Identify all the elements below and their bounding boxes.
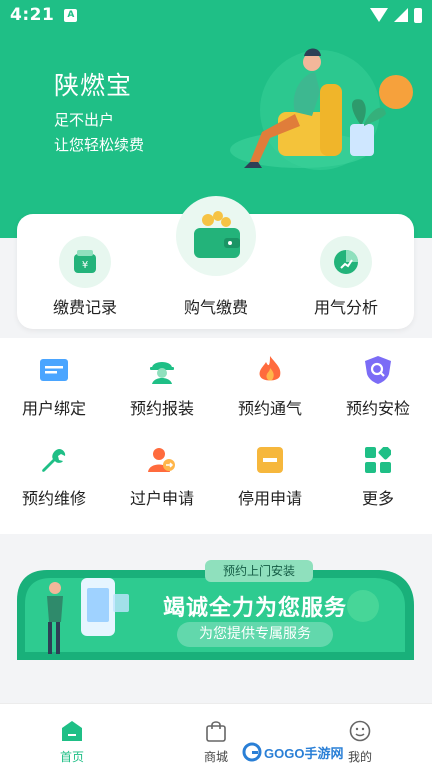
promo-banner[interactable]: 预约上门安装 竭诚全力为您服务 为您提供专属服务	[17, 560, 414, 660]
id-card-icon	[40, 356, 68, 384]
service-transfer-request[interactable]: 过户申请	[108, 428, 216, 518]
service-stop-request[interactable]: 停用申请	[216, 428, 324, 518]
app-notification-icon: A	[64, 8, 78, 22]
more-grid-icon	[364, 446, 392, 474]
watermark-text: GOGO手游网	[264, 745, 344, 761]
signal-icon	[394, 8, 408, 22]
wallet-icon	[176, 196, 256, 276]
profile-icon	[349, 720, 371, 742]
nav-home[interactable]: 首页	[0, 704, 144, 769]
nav-label: 首页	[59, 750, 84, 764]
notification-letter: A	[67, 10, 75, 20]
svg-text:¥: ¥	[82, 260, 88, 271]
banner-tag: 预约上门安装	[205, 560, 313, 582]
service-label: 更多	[361, 489, 394, 508]
service-label: 预约报装	[129, 399, 194, 418]
quick-buy-gas[interactable]: 购气缴费	[150, 196, 282, 329]
home-icon	[62, 721, 82, 741]
service-label: 用户绑定	[21, 399, 86, 418]
service-label: 停用申请	[237, 489, 302, 508]
quick-label: 用气分析	[313, 298, 378, 317]
service-safety-inspection[interactable]: 预约安检	[324, 338, 432, 428]
service-install-appointment[interactable]: 预约报装	[108, 338, 216, 428]
service-label: 预约维修	[21, 489, 86, 508]
quick-payment-record[interactable]: ¥ 缴费记录	[19, 214, 151, 329]
service-more[interactable]: 更多	[324, 428, 432, 518]
transfer-users-icon	[148, 446, 176, 474]
stop-icon	[256, 446, 284, 474]
hero-illustration	[230, 48, 413, 170]
banner-cta[interactable]: 为您提供专属服务	[177, 622, 333, 647]
battery-icon	[414, 7, 422, 23]
service-gas-connect[interactable]: 预约通气	[216, 338, 324, 428]
shopping-bag-icon	[206, 721, 226, 742]
brand-title: 陕燃宝	[54, 71, 133, 100]
watermark-logo-icon	[242, 742, 262, 762]
worker-icon	[148, 356, 176, 384]
quick-label: 购气缴费	[183, 298, 248, 317]
wifi-icon	[370, 8, 388, 22]
service-label: 过户申请	[129, 489, 194, 508]
quick-actions-card: ¥ 缴费记录 购气缴费 用气分析	[17, 196, 414, 329]
pie-chart-icon	[320, 236, 372, 288]
service-label: 预约通气	[237, 399, 302, 418]
status-time: 4:21	[10, 5, 55, 25]
service-user-binding[interactable]: 用户绑定	[0, 338, 108, 428]
payment-record-icon: ¥	[59, 236, 111, 288]
bottom-nav: 首页 商城 我的	[0, 703, 432, 769]
quick-label: 缴费记录	[52, 298, 117, 317]
watermark: GOGO手游网	[242, 740, 358, 764]
shield-search-icon	[364, 356, 392, 384]
service-repair-appointment[interactable]: 预约维修	[0, 428, 108, 518]
quick-gas-analysis[interactable]: 用气分析	[280, 214, 412, 329]
wrench-icon	[40, 446, 68, 474]
banner-title: 竭诚全力为您服务	[163, 596, 348, 621]
services-grid: 用户绑定 预约报装 预约通气 预约安检 预约维修 过户申请 停用申请 更多	[0, 338, 432, 534]
sun-circle	[379, 75, 413, 109]
flame-icon	[256, 356, 284, 384]
service-label: 预约安检	[345, 399, 410, 418]
brand-subtitle-2: 让您轻松续费	[54, 136, 145, 154]
brand-subtitle-1: 足不出户	[54, 111, 115, 129]
status-bar: 4:21 A	[0, 0, 432, 30]
